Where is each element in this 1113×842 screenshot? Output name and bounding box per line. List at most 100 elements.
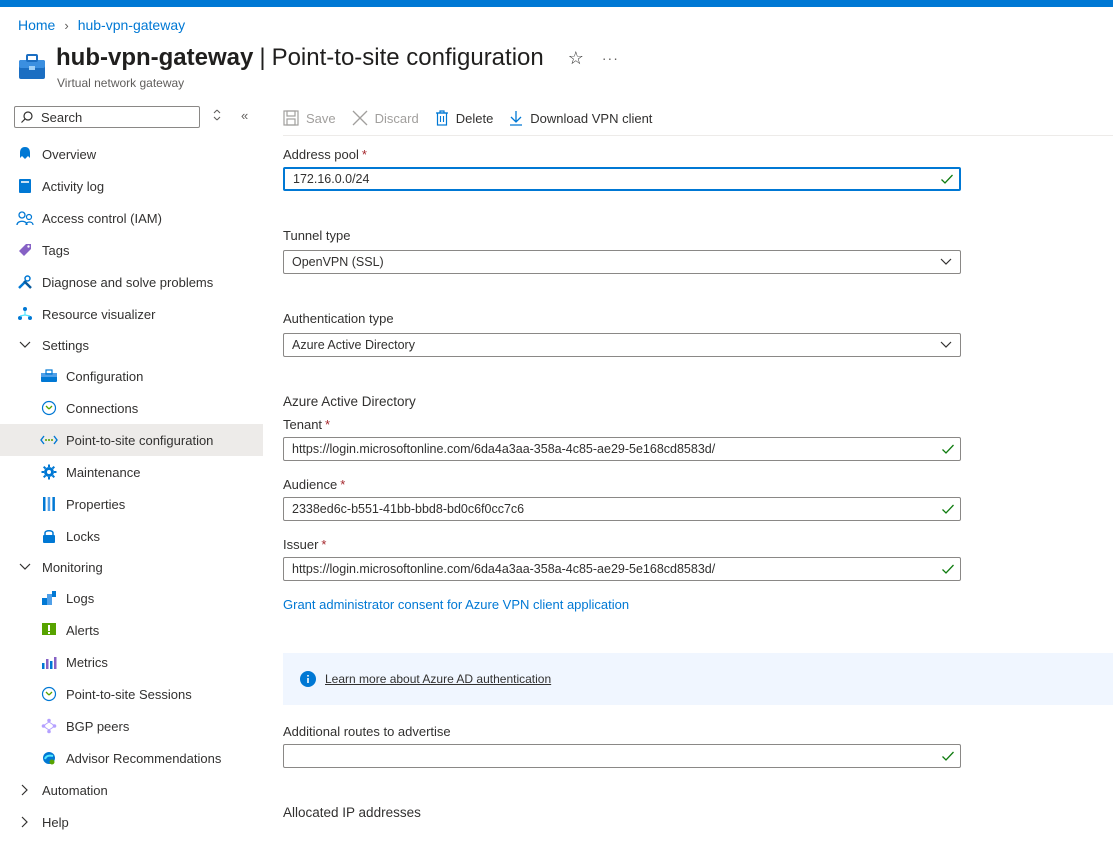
- audience-label: Audience *: [283, 477, 346, 492]
- auth-type-dropdown[interactable]: Azure Active Directory: [283, 333, 961, 357]
- sidebar-group-settings[interactable]: Settings: [0, 330, 263, 360]
- tag-icon: [16, 241, 34, 259]
- info-banner: Learn more about Azure AD authentication: [283, 653, 1113, 705]
- lock-icon: [40, 527, 58, 545]
- overview-icon: [16, 145, 34, 163]
- chevron-right-icon: ›: [64, 17, 69, 33]
- page-header: hub-vpn-gateway | Point-to-site configur…: [56, 44, 619, 72]
- search-icon: [21, 111, 33, 123]
- download-vpn-client-button[interactable]: Download VPN client: [509, 110, 652, 126]
- sidebar-item-tags[interactable]: Tags: [0, 234, 263, 266]
- toolbar-divider: [283, 135, 1113, 136]
- issuer-label: Issuer *: [283, 537, 327, 552]
- close-icon: [352, 110, 368, 126]
- sidebar-search[interactable]: [14, 106, 200, 128]
- vpn-gateway-icon: [18, 54, 46, 80]
- chevron-down-icon: [940, 258, 952, 265]
- connections-icon: [40, 399, 58, 417]
- metrics-icon: [40, 653, 58, 671]
- sidebar-item-maintenance[interactable]: Maintenance: [0, 456, 263, 488]
- learn-more-aad-link[interactable]: Learn more about Azure AD authentication: [325, 672, 551, 686]
- sidebar-item-metrics[interactable]: Metrics: [0, 646, 263, 678]
- wrench-icon: [16, 273, 34, 291]
- title-separator: |: [259, 44, 266, 71]
- resource-name: hub-vpn-gateway: [56, 44, 254, 71]
- sidebar-item-properties[interactable]: Properties: [0, 488, 263, 520]
- sidebar-item-locks[interactable]: Locks: [0, 520, 263, 552]
- sidebar-item-activity-log[interactable]: Activity log: [0, 170, 263, 202]
- activity-log-icon: [16, 177, 34, 195]
- sidebar-item-configuration[interactable]: Configuration: [0, 360, 263, 392]
- tenant-label: Tenant *: [283, 417, 331, 432]
- sidebar-item-access-control[interactable]: Access control (IAM): [0, 202, 263, 234]
- sidebar-item-alerts[interactable]: Alerts: [0, 614, 263, 646]
- sidebar-item-resource-visualizer[interactable]: Resource visualizer: [0, 298, 263, 330]
- favorite-star-icon[interactable]: ☆: [568, 48, 584, 69]
- required-marker: *: [325, 417, 331, 432]
- tenant-input[interactable]: https://login.microsoftonline.com/6da4a3…: [283, 437, 961, 461]
- valid-check-icon: [942, 751, 954, 761]
- point-to-site-icon: [40, 431, 58, 449]
- valid-check-icon: [942, 504, 954, 514]
- resource-type: Virtual network gateway: [57, 76, 185, 90]
- sidebar-group-help[interactable]: Help: [0, 806, 263, 838]
- tunnel-type-dropdown[interactable]: OpenVPN (SSL): [283, 250, 961, 274]
- sidebar-group-monitoring[interactable]: Monitoring: [0, 552, 263, 582]
- tunnel-type-label: Tunnel type: [283, 228, 351, 243]
- required-marker: *: [321, 537, 327, 552]
- collapse-sidebar-icon[interactable]: «: [241, 108, 248, 123]
- sidebar-group-automation[interactable]: Automation: [0, 774, 263, 806]
- audience-input[interactable]: 2338ed6c-b551-41bb-bbd8-bd0c6f0cc7c6: [283, 497, 961, 521]
- delete-button[interactable]: Delete: [435, 110, 493, 126]
- info-icon: [300, 671, 316, 687]
- additional-routes-input[interactable]: [283, 744, 961, 768]
- sidebar-item-logs[interactable]: Logs: [0, 582, 263, 614]
- breadcrumb-home-link[interactable]: Home: [18, 17, 55, 33]
- command-bar: Save Discard Delete Download VPN client: [283, 106, 668, 130]
- sessions-icon: [40, 685, 58, 703]
- chevron-right-icon: [16, 784, 34, 796]
- additional-routes-label: Additional routes to advertise: [283, 724, 451, 739]
- chevron-down-icon: [16, 563, 34, 571]
- valid-check-icon: [942, 444, 954, 454]
- discard-button[interactable]: Discard: [352, 110, 419, 126]
- advisor-icon: [40, 749, 58, 767]
- sidebar-item-bgp-peers[interactable]: BGP peers: [0, 710, 263, 742]
- sidebar-item-diagnose[interactable]: Diagnose and solve problems: [0, 266, 263, 298]
- issuer-input[interactable]: https://login.microsoftonline.com/6da4a3…: [283, 557, 961, 581]
- sidebar-item-advisor[interactable]: Advisor Recommendations: [0, 742, 263, 774]
- people-icon: [16, 209, 34, 227]
- required-marker: *: [361, 147, 367, 162]
- save-button[interactable]: Save: [283, 110, 336, 126]
- chevron-down-icon: [940, 341, 952, 348]
- sidebar-item-connections[interactable]: Connections: [0, 392, 263, 424]
- allocated-ip-heading: Allocated IP addresses: [283, 805, 421, 820]
- configuration-icon: [40, 367, 58, 385]
- auth-type-label: Authentication type: [283, 311, 394, 326]
- required-marker: *: [340, 477, 346, 492]
- gear-icon: [40, 463, 58, 481]
- chevron-down-icon: [16, 341, 34, 349]
- sidebar-item-p2s-sessions[interactable]: Point-to-site Sessions: [0, 678, 263, 710]
- more-options-icon[interactable]: ···: [602, 50, 619, 66]
- valid-check-icon: [941, 174, 953, 184]
- breadcrumb-current-link[interactable]: hub-vpn-gateway: [78, 17, 185, 33]
- save-icon: [283, 110, 299, 126]
- resource-visualizer-icon: [16, 305, 34, 323]
- page-title: Point-to-site configuration: [271, 44, 544, 71]
- aad-section-heading: Azure Active Directory: [283, 394, 416, 409]
- sidebar-item-point-to-site[interactable]: Point-to-site configuration: [0, 424, 263, 456]
- sidebar-item-overview[interactable]: Overview: [0, 138, 263, 170]
- bgp-peers-icon: [40, 717, 58, 735]
- search-input[interactable]: [39, 108, 193, 126]
- address-pool-label: Address pool *: [283, 147, 367, 162]
- download-icon: [510, 111, 523, 126]
- sidebar-nav: Overview Activity log Access control (IA…: [0, 138, 263, 838]
- logs-icon: [40, 589, 58, 607]
- valid-check-icon: [942, 564, 954, 574]
- breadcrumb: Home › hub-vpn-gateway: [18, 17, 185, 33]
- chevron-right-icon: [16, 816, 34, 828]
- grant-consent-link[interactable]: Grant administrator consent for Azure VP…: [283, 597, 629, 612]
- address-pool-input[interactable]: 172.16.0.0/24: [283, 167, 961, 191]
- sort-icon[interactable]: [212, 109, 222, 124]
